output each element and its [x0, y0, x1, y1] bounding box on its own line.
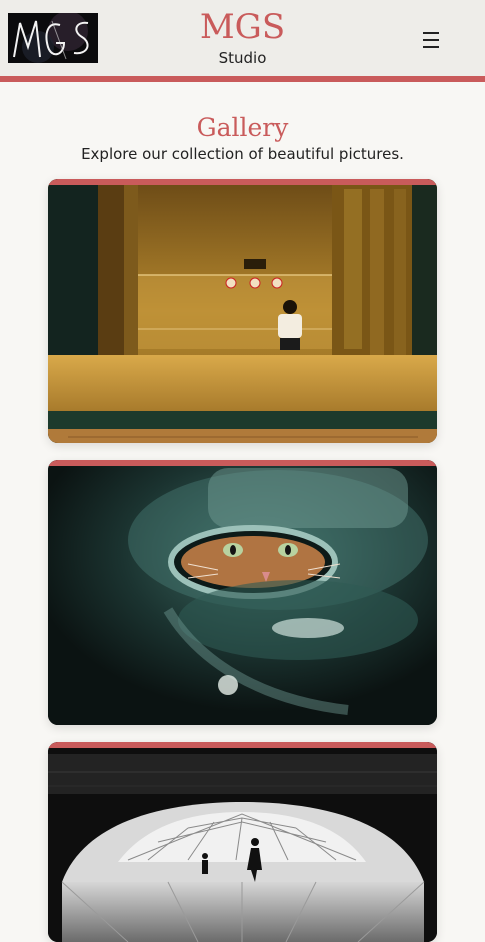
gallery-card-2[interactable]	[48, 460, 437, 725]
gallery-title: Gallery	[196, 113, 289, 142]
header-accent-bar	[0, 76, 485, 82]
photo-cat	[48, 460, 437, 725]
card-accent-bar	[48, 179, 437, 185]
card-accent-bar	[48, 742, 437, 748]
gallery-card-3[interactable]	[48, 742, 437, 942]
photo-dome	[48, 742, 437, 942]
gallery-subtitle: Explore our collection of beautiful pict…	[81, 145, 404, 163]
gallery-card-1[interactable]	[48, 179, 437, 443]
hamburger-icon[interactable]	[418, 27, 446, 53]
card-accent-bar	[48, 460, 437, 466]
brand-subtitle: Studio	[218, 49, 267, 67]
site-header: MGS Studio	[0, 0, 485, 76]
brand-name[interactable]: MGS	[0, 6, 485, 48]
photo-station	[48, 179, 437, 443]
